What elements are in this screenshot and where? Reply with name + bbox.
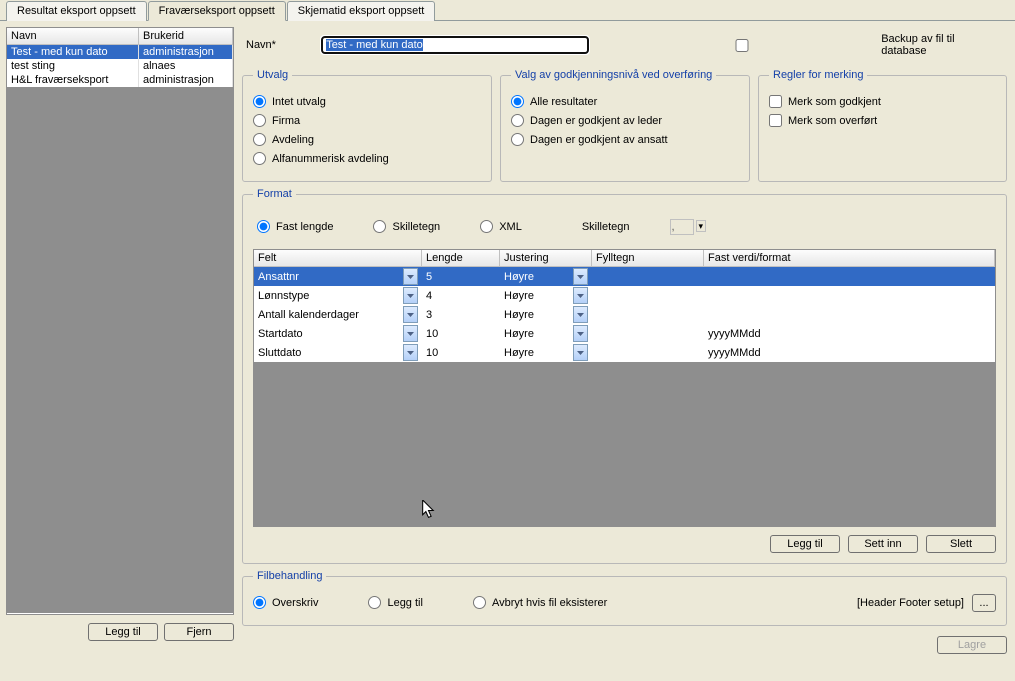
regler-legend: Regler for merking xyxy=(769,69,867,81)
backup-checkbox[interactable] xyxy=(609,39,875,52)
col-lengde[interactable]: Lengde xyxy=(422,250,500,267)
tab-resultat[interactable]: Resultat eksport oppsett xyxy=(6,1,147,21)
format-xml[interactable] xyxy=(480,220,493,233)
col-felt[interactable]: Felt xyxy=(254,250,422,267)
dropdown-icon[interactable] xyxy=(573,268,588,285)
grid-row[interactable]: Lønnstype 4 Høyre xyxy=(254,286,995,305)
valg-ansatt[interactable] xyxy=(511,133,524,146)
skilletegn-input[interactable] xyxy=(670,219,694,235)
header-footer-button[interactable]: ... xyxy=(972,594,996,612)
filbehandling-legend: Filbehandling xyxy=(253,570,326,582)
fjern-button[interactable]: Fjern xyxy=(164,623,234,641)
leggtil-button[interactable]: Legg til xyxy=(88,623,158,641)
utvalg-intet[interactable] xyxy=(253,95,266,108)
navn-label: Navn* xyxy=(246,39,301,51)
dropdown-icon[interactable] xyxy=(403,306,418,323)
format-legend: Format xyxy=(253,188,296,200)
utvalg-alfanum[interactable] xyxy=(253,152,266,165)
navn-input[interactable] xyxy=(321,36,589,54)
skilletegn-label: Skilletegn xyxy=(582,221,630,233)
list-item[interactable]: test sting alnaes xyxy=(7,59,233,73)
format-grid: Felt Lengde Justering Fylltegn Fast verd… xyxy=(253,249,996,527)
utvalg-legend: Utvalg xyxy=(253,69,292,81)
dropdown-icon[interactable] xyxy=(403,344,418,361)
col-brukerid[interactable]: Brukerid xyxy=(139,28,233,45)
format-skilletegn[interactable] xyxy=(373,220,386,233)
dropdown-icon[interactable] xyxy=(573,306,588,323)
header-footer-label: [Header Footer setup] xyxy=(857,597,964,609)
utvalg-avdeling[interactable] xyxy=(253,133,266,146)
dropdown-icon[interactable] xyxy=(403,287,418,304)
dropdown-icon[interactable] xyxy=(573,325,588,342)
valg-leder[interactable] xyxy=(511,114,524,127)
dropdown-icon[interactable] xyxy=(573,344,588,361)
backup-label: Backup av fil til database xyxy=(881,33,993,57)
lagre-button[interactable]: Lagre xyxy=(937,636,1007,654)
tabs: Resultat eksport oppsett Fraværseksport … xyxy=(0,0,1015,21)
format-fastlengde[interactable] xyxy=(257,220,270,233)
grid-row[interactable]: Antall kalenderdager 3 Høyre xyxy=(254,305,995,324)
skilletegn-dropdown[interactable]: ▾ xyxy=(696,220,707,232)
tab-fravaer[interactable]: Fraværseksport oppsett xyxy=(148,1,286,21)
merk-godkjent-checkbox[interactable] xyxy=(769,95,782,108)
grid-leggtil-button[interactable]: Legg til xyxy=(770,535,840,553)
valg-alle[interactable] xyxy=(511,95,524,108)
valg-legend: Valg av godkjenningsnivå ved overføring xyxy=(511,69,716,81)
grid-row[interactable]: Sluttdato 10 Høyre yyyyMMdd xyxy=(254,343,995,362)
grid-row[interactable]: Ansattnr 5 Høyre xyxy=(254,267,995,286)
col-fastverdi[interactable]: Fast verdi/format xyxy=(704,250,995,267)
tab-skjematid[interactable]: Skjematid eksport oppsett xyxy=(287,1,436,21)
filb-overskriv[interactable] xyxy=(253,596,266,609)
filb-avbryt[interactable] xyxy=(473,596,486,609)
export-list: Navn Brukerid Test - med kun dato admini… xyxy=(6,27,234,615)
col-navn[interactable]: Navn xyxy=(7,28,139,45)
dropdown-icon[interactable] xyxy=(403,268,418,285)
col-fylltegn[interactable]: Fylltegn xyxy=(592,250,704,267)
dropdown-icon[interactable] xyxy=(403,325,418,342)
filb-leggtil[interactable] xyxy=(368,596,381,609)
dropdown-icon[interactable] xyxy=(573,287,588,304)
list-item[interactable]: Test - med kun dato administrasjon xyxy=(7,45,233,59)
grid-settinn-button[interactable]: Sett inn xyxy=(848,535,918,553)
col-justering[interactable]: Justering xyxy=(500,250,592,267)
merk-overfort-checkbox[interactable] xyxy=(769,114,782,127)
grid-row[interactable]: Startdato 10 Høyre yyyyMMdd xyxy=(254,324,995,343)
grid-slett-button[interactable]: Slett xyxy=(926,535,996,553)
utvalg-firma[interactable] xyxy=(253,114,266,127)
list-item[interactable]: H&L fraværseksport administrasjon xyxy=(7,73,233,87)
